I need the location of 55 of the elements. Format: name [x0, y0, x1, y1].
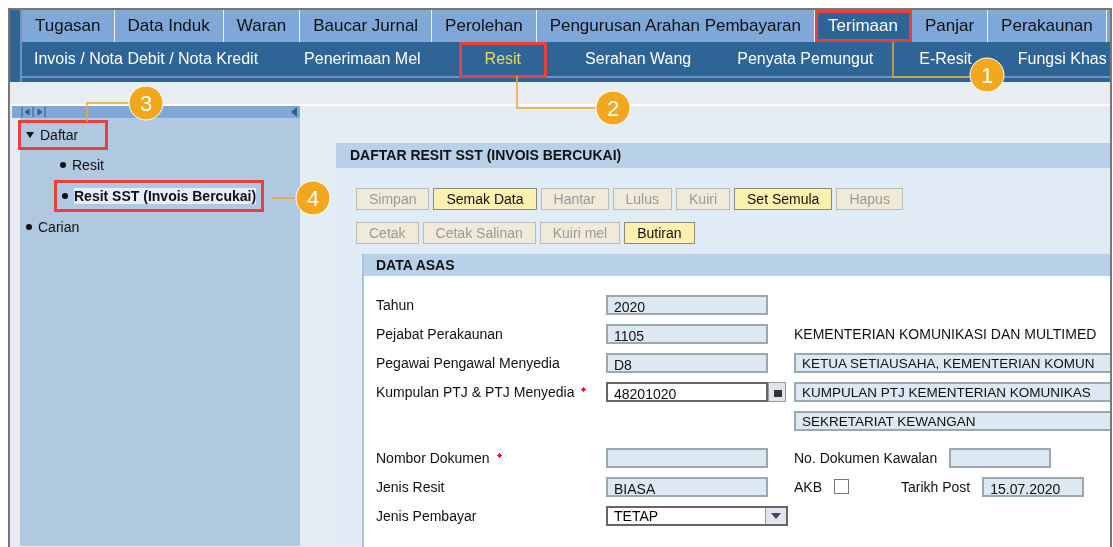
tree-item[interactable]: Resit SST (Invois Bercukai) — [54, 180, 265, 212]
input-field[interactable]: 48201020 — [606, 381, 768, 402]
menu-tab[interactable]: Terimaan — [815, 10, 912, 42]
field-label: Nombor Dokumen — [376, 449, 490, 466]
tree-item-label: Daftar — [40, 127, 79, 143]
field-label: Pegawai Pengawal Menyedia — [376, 354, 560, 371]
action-button[interactable]: Set Semula — [734, 188, 833, 210]
action-button[interactable]: Semak Data — [433, 188, 537, 210]
action-button[interactable]: Butiran — [624, 222, 695, 244]
bullet-icon — [62, 193, 68, 199]
section-title: DATA ASAS — [364, 254, 1110, 276]
callout-badge: 3 — [128, 85, 164, 121]
submenu-tab[interactable]: Serahan Wang — [585, 42, 692, 78]
expanded-arrow-icon[interactable] — [26, 132, 34, 138]
submenu-tab[interactable]: Invois / Nota Debit / Nota Kredit — [34, 42, 259, 78]
tree-item-label: Carian — [38, 219, 80, 235]
collapse-arrow-icon[interactable] — [291, 107, 297, 117]
output-field: SEKRETARIAT KEWANGAN — [794, 410, 1110, 431]
input-field[interactable]: 15.07.2020 — [982, 476, 1085, 497]
value-help-icon[interactable] — [768, 381, 786, 402]
tree-item[interactable]: Resit — [54, 150, 112, 180]
checkbox[interactable] — [834, 479, 849, 494]
tree-item-label: Resit SST (Invois Bercukai) — [74, 188, 257, 204]
dropdown-field[interactable]: TETAP — [606, 505, 788, 526]
input-field[interactable]: D8 — [606, 352, 768, 373]
submenu-tab[interactable]: Resit — [458, 42, 548, 78]
submenu-tab[interactable]: Fungsi Khas — [1017, 42, 1107, 78]
bullet-icon — [26, 224, 32, 230]
bullet-icon — [60, 162, 66, 168]
field-label: Jenis Resit — [376, 478, 445, 495]
field-label: Kumpulan PTJ & PTJ Menyedia — [376, 383, 575, 400]
output-field: KETUA SETIAUSAHA, KEMENTERIAN KOMUN — [794, 352, 1110, 373]
input-field[interactable]: 1105 — [606, 323, 768, 344]
field-label: Tahun — [376, 296, 415, 313]
field-label: Jenis Pembayar — [376, 507, 477, 524]
panel-title: DAFTAR RESIT SST (INVOIS BERCUKAI) — [336, 143, 1110, 168]
field-label: KEMENTERIAN KOMUNIKASI DAN MULTIMED — [794, 325, 1097, 342]
input-field[interactable]: BIASA — [606, 476, 768, 497]
output-field: KUMPULAN PTJ KEMENTERIAN KOMUNIKAS — [794, 381, 1110, 402]
tree-item[interactable]: Carian — [18, 212, 110, 242]
field-label: AKB — [794, 478, 822, 495]
tree-item-label: Resit — [72, 157, 104, 173]
submenu-tab[interactable]: Penyata Pemungut — [737, 42, 874, 78]
field-label: Tarikh Post — [901, 478, 971, 495]
input-field[interactable]: 2020 — [606, 294, 768, 315]
tree-item[interactable]: Daftar — [18, 120, 109, 150]
submenu-tab[interactable]: Penerimaan Mel — [304, 42, 421, 78]
callout-badge: 2 — [595, 90, 631, 126]
callout-badge: 4 — [295, 180, 331, 216]
leader-line — [86, 102, 130, 123]
input-field[interactable] — [606, 447, 768, 468]
input-field[interactable] — [949, 447, 1052, 468]
leader-line — [271, 197, 297, 199]
field-label: Pejabat Perakaunan — [376, 325, 503, 342]
field-label: No. Dokumen Kawalan — [794, 449, 938, 466]
